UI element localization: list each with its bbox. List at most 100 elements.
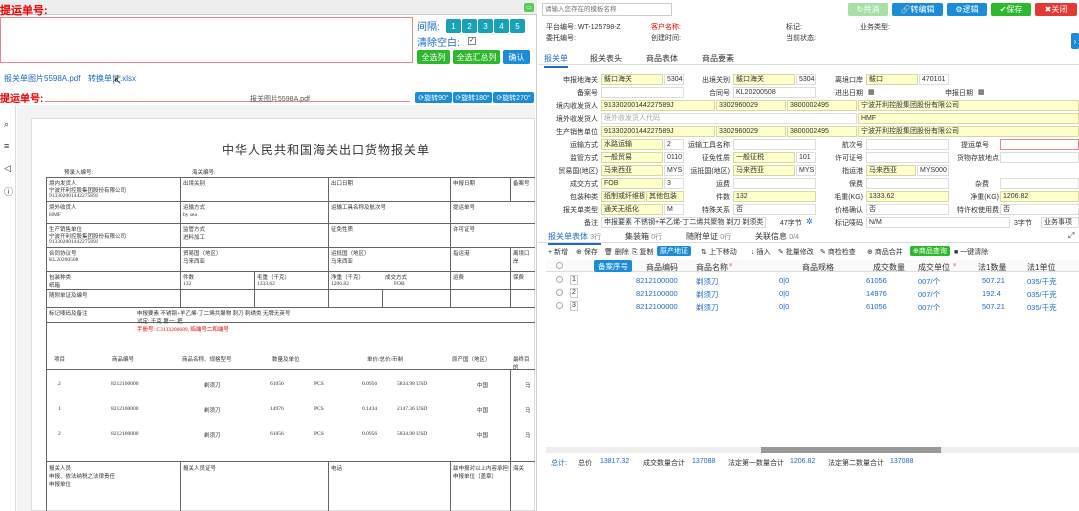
- contract-input[interactable]: KL20200508: [733, 87, 816, 98]
- transport-code[interactable]: 2: [664, 139, 684, 150]
- origin-cert-button[interactable]: 原产地证: [657, 246, 691, 256]
- shipper-c2-input[interactable]: 3302960029: [716, 100, 786, 111]
- tab-goods[interactable]: 商品表体: [646, 53, 678, 64]
- shipper-input[interactable]: 宁波开利控股集团股份有限公司: [858, 100, 1079, 111]
- vessel-input[interactable]: [733, 139, 816, 150]
- col-qty[interactable]: 成交数量: [873, 262, 905, 273]
- voyage-input[interactable]: [866, 139, 949, 150]
- horizontal-scrollbar[interactable]: [546, 447, 1079, 453]
- trade-code[interactable]: MYS: [664, 165, 684, 176]
- dtype-code[interactable]: M: [664, 204, 684, 215]
- row-radio[interactable]: [556, 289, 563, 296]
- net-input[interactable]: 1206.82: [1000, 191, 1079, 202]
- producer-c3-input[interactable]: 3800002495: [787, 126, 857, 137]
- subtab-container[interactable]: 集装箱 0行: [625, 231, 662, 242]
- calendar-icon[interactable]: ▦: [978, 88, 985, 96]
- close-button[interactable]: ✖ 关闭: [1035, 3, 1077, 16]
- rotate-270-button[interactable]: ⟳ 旋转270°: [493, 92, 534, 103]
- info-icon[interactable]: ⓘ: [4, 185, 13, 198]
- bill-no-textarea[interactable]: [0, 17, 413, 63]
- col-name[interactable]: 商品名称: [696, 262, 728, 273]
- search-icon[interactable]: ⌕: [4, 119, 9, 130]
- deal-code[interactable]: 3: [664, 178, 684, 189]
- cargo-input[interactable]: [1000, 152, 1079, 163]
- rotate-180-button[interactable]: ⟳ 旋转180°: [453, 92, 492, 103]
- dtype-input[interactable]: 通关无纸化: [601, 204, 663, 215]
- side-float-button[interactable]: ›: [1071, 33, 1079, 49]
- special-input[interactable]: 否: [733, 204, 816, 215]
- exit-customs-code[interactable]: 5304: [796, 74, 816, 85]
- copy-button[interactable]: ⎘ 复制: [632, 247, 654, 257]
- page-button[interactable]: 3: [478, 19, 493, 33]
- tab-declaration[interactable]: 报关单: [544, 53, 568, 68]
- template-search-input[interactable]: [542, 3, 672, 16]
- row-radio[interactable]: [556, 276, 563, 283]
- remark-input[interactable]: 申报要素 不锈钢+羊乙烯-丁二烯共聚物 剃刀 剃须类: [601, 217, 766, 228]
- pack2-input[interactable]: 其他包装: [646, 191, 684, 202]
- scrollbar-thumb[interactable]: [761, 447, 941, 453]
- freight-input[interactable]: [733, 178, 816, 189]
- gear-icon[interactable]: ✲: [806, 217, 813, 226]
- page-button[interactable]: 4: [494, 19, 509, 33]
- move-button[interactable]: ⇅ 上下移动: [701, 247, 737, 257]
- supervise-input[interactable]: 一般贸易: [601, 152, 663, 163]
- pack-input[interactable]: 纸制或纤维板制盒/箱: [601, 191, 645, 202]
- col-code[interactable]: 商品编码: [646, 262, 678, 273]
- confirm-button[interactable]: 确认: [503, 50, 530, 64]
- declare-customs-code[interactable]: 5304: [664, 74, 684, 85]
- portto-input[interactable]: 马来西亚: [866, 165, 916, 176]
- price-confirm-input[interactable]: 否: [866, 204, 949, 215]
- logic-button[interactable]: ⚙ 逻辑: [947, 3, 987, 16]
- supervise-code[interactable]: 0110: [664, 152, 684, 163]
- shipper-code-input[interactable]: 91330200144227589J: [601, 100, 715, 111]
- col-legal1-unit[interactable]: 法1单位: [1027, 262, 1055, 273]
- misc-input[interactable]: [1000, 178, 1079, 189]
- pieces-input[interactable]: 132: [733, 191, 816, 202]
- gross-input[interactable]: 1333.62: [866, 191, 949, 202]
- goods-row[interactable]: 1 8212100000 剃须刀 0|0 61056 007/个 507.21 …: [546, 274, 1079, 286]
- business-item-button[interactable]: 业务事项: [1041, 217, 1079, 228]
- subtab-body[interactable]: 报关单表体 3行: [548, 231, 602, 245]
- row-radio[interactable]: [556, 302, 563, 309]
- pass-button[interactable]: ↻ 共消: [848, 3, 888, 16]
- select-all-checkbox[interactable]: [556, 262, 563, 269]
- page-button[interactable]: 1: [446, 19, 461, 33]
- calendar-icon[interactable]: ▦: [868, 88, 875, 96]
- save-row-button[interactable]: ⊕ 保存: [576, 247, 598, 257]
- subtab-related[interactable]: 关联信息 0/4: [755, 231, 799, 242]
- subtab-docs[interactable]: 随附单证 0行: [686, 231, 731, 242]
- inspect-button[interactable]: ✎ 商检检查: [820, 247, 856, 257]
- tab-header[interactable]: 报关表头: [590, 53, 622, 64]
- delete-button[interactable]: 🗑 删除: [604, 247, 629, 257]
- consignee-code-input[interactable]: 境外收发货人代码: [601, 113, 857, 124]
- trade-input[interactable]: 马来西亚: [601, 165, 663, 176]
- col-record[interactable]: 备案序号: [594, 260, 632, 272]
- tab-xlsx[interactable]: 转换单证.xlsx: [88, 73, 136, 84]
- producer-c2-input[interactable]: 3302960029: [716, 126, 786, 137]
- add-button[interactable]: + 新增: [548, 247, 568, 257]
- tax-input[interactable]: 一般征税: [733, 152, 795, 163]
- page-button[interactable]: 2: [462, 19, 477, 33]
- tab-pdf[interactable]: 报关单图片5598A.pdf: [4, 73, 80, 84]
- insure-input[interactable]: [866, 178, 949, 189]
- port-code[interactable]: 470101: [919, 74, 949, 85]
- deal-input[interactable]: FOB: [601, 178, 663, 189]
- insert-button[interactable]: ↓ 插入: [751, 247, 770, 257]
- merge-button[interactable]: ⊕ 商品合并: [867, 247, 903, 257]
- col-spec[interactable]: 商品规格: [802, 262, 834, 273]
- goods-query-button[interactable]: ⊕ 商品查询: [910, 246, 950, 256]
- consignee-input[interactable]: HMF: [858, 113, 1079, 124]
- port-input[interactable]: 鲅口: [866, 74, 918, 85]
- expand-button[interactable]: ▭: [524, 3, 534, 12]
- transport-input[interactable]: 水路运输: [601, 139, 663, 150]
- producer-code-input[interactable]: 91330200144227589J: [601, 126, 715, 137]
- goods-row[interactable]: 2 8212100000 剃须刀 0|0 14976 007/个 192.4 0…: [546, 287, 1079, 299]
- mark-code-input[interactable]: N/M: [866, 217, 1010, 228]
- col-legal1-qty[interactable]: 法1数量: [978, 262, 1006, 273]
- fullscreen-icon[interactable]: ⤢: [1068, 231, 1074, 241]
- col-unit[interactable]: 成交单位: [918, 262, 950, 273]
- license-input[interactable]: [866, 152, 949, 163]
- all-summary-button[interactable]: 全选汇总列: [453, 50, 500, 64]
- dest-input[interactable]: 马来西亚: [733, 165, 795, 176]
- clear-all-button[interactable]: ■ 一键清除: [954, 247, 988, 257]
